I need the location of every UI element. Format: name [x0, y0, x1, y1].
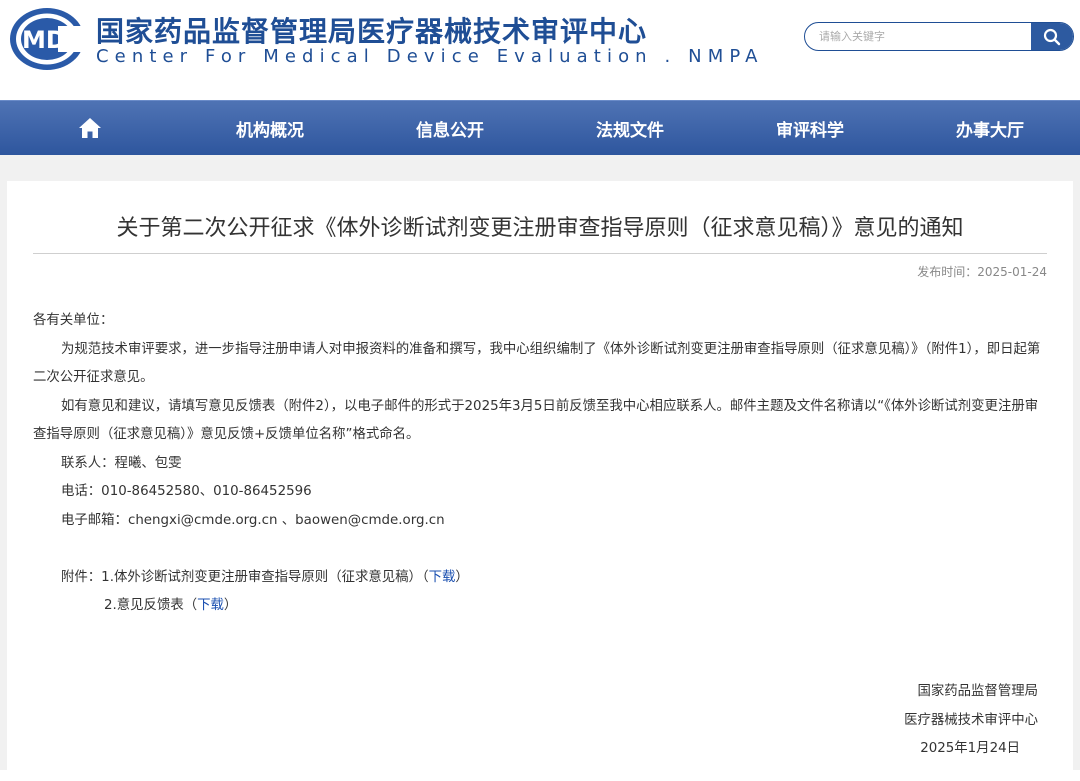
- signoff-block: 国家药品监督管理局 医疗器械技术审评中心 2025年1月24日: [904, 678, 1038, 764]
- paragraph-2: 如有意见和建议，请填写意见反馈表（附件2），以电子邮件的形式于2025年3月5日…: [33, 398, 1039, 443]
- download-link-2[interactable]: 下载: [197, 598, 224, 613]
- search-box: [804, 22, 1074, 51]
- signoff-org-2: 医疗器械技术审评中心: [904, 712, 1038, 728]
- attachment-item: 附件：1.体外诊断试剂变更注册审查指导原则（征求意见稿）（下载）: [33, 564, 1047, 593]
- cmde-logo[interactable]: MDE: [8, 6, 86, 72]
- nav-home[interactable]: [0, 101, 180, 155]
- logo-mark-text: MDE: [22, 26, 82, 54]
- email-line: 电子邮箱：chengxi@cmde.org.cn 、baowen@cmde.or…: [61, 512, 445, 528]
- attachment-suffix: ）: [455, 569, 469, 585]
- attachment-label: 1.体外诊断试剂变更注册审查指导原则（征求意见稿）（: [101, 569, 429, 585]
- article-body: 各有关单位： 为规范技术审评要求，进一步指导注册申请人对申报资料的准备和撰写，我…: [33, 307, 1047, 621]
- nav-info-disclosure[interactable]: 信息公开: [360, 101, 540, 155]
- paragraph-1: 为规范技术审评要求，进一步指导注册申请人对申报资料的准备和撰写，我中心组织编制了…: [33, 341, 1041, 386]
- site-header: MDE 国家药品监督管理局医疗器械技术审评中心 Center For Medic…: [0, 0, 1080, 100]
- nav-regulations[interactable]: 法规文件: [540, 101, 720, 155]
- title-divider: [33, 253, 1047, 254]
- salutation: 各有关单位：: [33, 313, 114, 328]
- nav-about[interactable]: 机构概况: [180, 101, 360, 155]
- org-name-cn[interactable]: 国家药品监督管理局医疗器械技术审评中心: [96, 10, 647, 50]
- phone-line: 电话：010-86452580、010-86452596: [61, 484, 312, 499]
- article-title: 关于第二次公开征求《体外诊断试剂变更注册审查指导原则（征求意见稿）》意见的通知: [116, 216, 964, 241]
- attachment-prefix: 附件：: [61, 569, 102, 585]
- search-input[interactable]: [805, 23, 1031, 50]
- search-icon: [1043, 28, 1061, 45]
- attachment-label: 2.意见反馈表（: [104, 598, 198, 613]
- contacts-line: 联系人：程曦、包雯: [61, 455, 182, 471]
- attachment-suffix: ）: [223, 598, 238, 613]
- signoff-org-1: 国家药品监督管理局: [917, 684, 1038, 699]
- publish-date: 发布时间：2025-01-24: [917, 265, 1047, 279]
- attachment-item: 2.意见反馈表（下载）: [33, 592, 1047, 621]
- main-nav: 机构概况 信息公开 法规文件 审评科学 办事大厅: [0, 100, 1080, 155]
- search-button[interactable]: [1031, 23, 1073, 50]
- nav-review-science[interactable]: 审评科学: [720, 101, 900, 155]
- download-link-1[interactable]: 下载: [429, 570, 456, 585]
- signoff-date: 2025年1月24日: [920, 741, 1020, 756]
- nav-service-hall[interactable]: 办事大厅: [900, 101, 1080, 155]
- home-icon: [79, 118, 101, 138]
- org-name-en: Center For Medical Device Evaluation . N…: [96, 46, 764, 67]
